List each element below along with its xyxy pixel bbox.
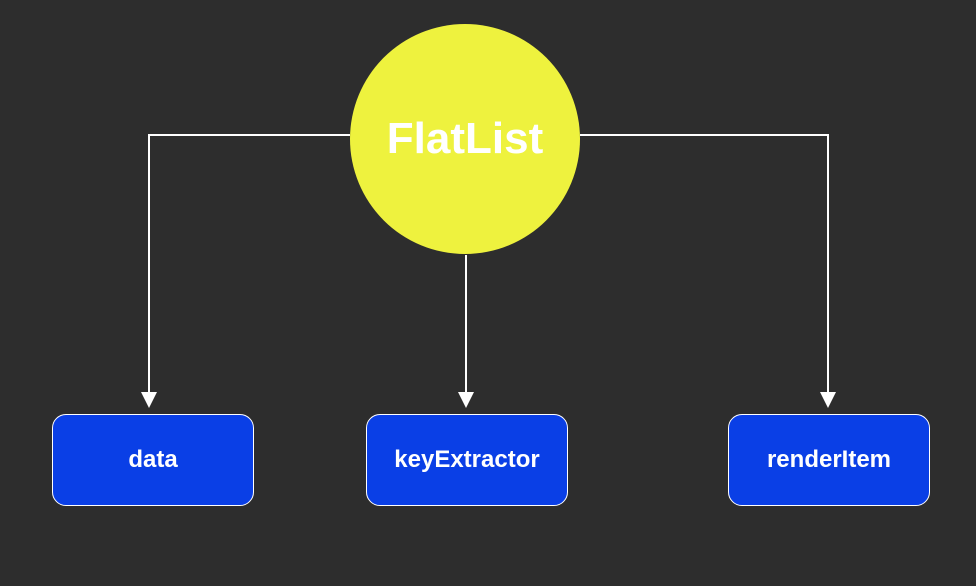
node-keyextractor: keyExtractor: [366, 414, 568, 506]
node-data: data: [52, 414, 254, 506]
node-data-label: data: [128, 446, 177, 474]
node-root: FlatList: [350, 24, 580, 254]
node-renderitem: renderItem: [728, 414, 930, 506]
edge-root-to-data: [149, 135, 350, 406]
node-root-label: FlatList: [387, 114, 543, 164]
node-keyextractor-label: keyExtractor: [394, 446, 539, 474]
diagram-canvas: FlatList data keyExtractor renderItem: [0, 0, 976, 586]
node-renderitem-label: renderItem: [767, 446, 891, 474]
edge-root-to-renderitem: [580, 135, 828, 406]
